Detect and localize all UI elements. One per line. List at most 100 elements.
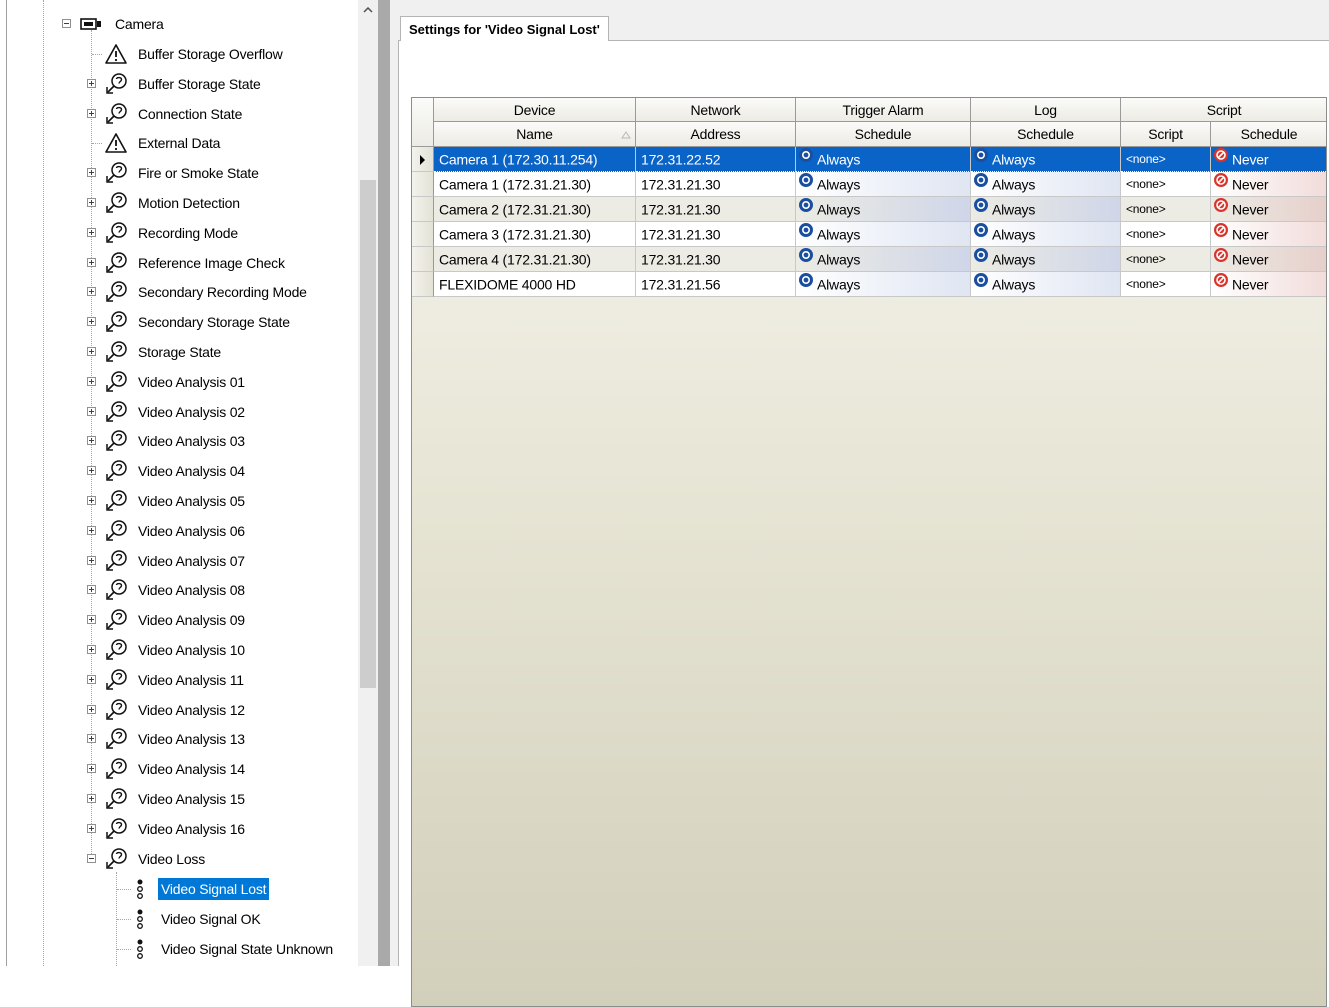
expand-icon[interactable] (87, 585, 96, 595)
tree-node-video-analysis-06[interactable]: Video Analysis 06 (0, 519, 358, 543)
cell-name[interactable]: Camera 2 (172.31.21.30) (434, 197, 636, 222)
row-header[interactable] (412, 172, 434, 197)
expand-icon[interactable] (87, 317, 96, 327)
cell-script[interactable]: <none> (1121, 172, 1211, 197)
cell-address[interactable]: 172.31.21.30 (636, 247, 796, 272)
cell-alarm[interactable]: Always (796, 197, 971, 222)
expand-icon[interactable] (87, 734, 96, 744)
expand-icon[interactable] (87, 198, 96, 207)
cell-address[interactable]: 172.31.21.30 (636, 172, 796, 197)
expand-icon[interactable] (87, 227, 96, 237)
tree-node-video-analysis-11[interactable]: Video Analysis 11 (0, 668, 358, 692)
tree-node-video-analysis-15[interactable]: Video Analysis 15 (0, 787, 358, 811)
cell-script-schedule[interactable]: Never (1211, 247, 1326, 272)
row-header[interactable] (412, 147, 434, 172)
expand-icon[interactable] (87, 794, 96, 803)
cell-address[interactable]: 172.31.21.30 (636, 197, 796, 222)
cell-log[interactable]: Always (971, 147, 1121, 172)
tree-node-storage-state[interactable]: Storage State (0, 340, 358, 364)
tree-node-fire-or-smoke-state[interactable]: Fire or Smoke State (0, 161, 358, 185)
cell-alarm[interactable]: Always (796, 222, 971, 247)
cell-name[interactable]: Camera 4 (172.31.21.30) (434, 247, 636, 272)
column-header-name[interactable]: Name (434, 122, 636, 147)
tree-node-secondary-storage-state[interactable]: Secondary Storage State (0, 310, 358, 334)
cell-address[interactable]: 172.31.21.30 (636, 222, 796, 247)
tree-node-video-analysis-12[interactable]: Video Analysis 12 (0, 698, 358, 722)
table-row[interactable]: Camera 2 (172.31.21.30) 172.31.21.30 Alway… (412, 197, 1326, 222)
tree-node-external-data[interactable]: External Data (0, 131, 358, 155)
expand-icon[interactable] (87, 525, 96, 535)
cell-name[interactable]: FLEXIDOME 4000 HD (434, 272, 636, 297)
cell-alarm[interactable]: Always (796, 247, 971, 272)
tree-node-video-analysis-02[interactable]: Video Analysis 02 (0, 400, 358, 424)
cell-log[interactable]: Always (971, 247, 1121, 272)
cell-script-schedule[interactable]: Never (1211, 222, 1326, 247)
expand-icon[interactable] (87, 674, 96, 684)
cell-log[interactable]: Always (971, 272, 1121, 297)
cell-script-schedule[interactable]: Never (1211, 197, 1326, 222)
expand-icon[interactable] (87, 78, 96, 88)
tree-node-buffer-storage-state[interactable]: Buffer Storage State (0, 72, 358, 96)
tree-node-recording-mode[interactable]: Recording Mode (0, 221, 358, 245)
cell-alarm[interactable]: Always (796, 272, 971, 297)
tree-node-video-analysis-14[interactable]: Video Analysis 14 (0, 757, 358, 781)
expand-icon[interactable] (87, 257, 96, 267)
cell-script[interactable]: <none> (1121, 272, 1211, 297)
expand-icon[interactable] (87, 347, 96, 356)
cell-script[interactable]: <none> (1121, 247, 1211, 272)
cell-alarm[interactable]: Always (796, 147, 971, 172)
event-tree[interactable]: Camera Buffer Storage Overflow Buffer Stor… (0, 0, 378, 966)
expand-icon[interactable] (87, 436, 96, 446)
tree-node-video-analysis-13[interactable]: Video Analysis 13 (0, 727, 358, 751)
table-row[interactable]: Camera 1 (172.31.21.30) 172.31.21.30 Alway… (412, 172, 1326, 197)
expand-icon[interactable] (87, 376, 96, 386)
tree-node-video-analysis-08[interactable]: Video Analysis 08 (0, 578, 358, 602)
tree-node-video-analysis-01[interactable]: Video Analysis 01 (0, 370, 358, 394)
expand-icon[interactable] (87, 168, 96, 178)
cell-alarm[interactable]: Always (796, 172, 971, 197)
cell-script-schedule[interactable]: Never (1211, 147, 1326, 172)
tree-scroll-thumb[interactable] (360, 180, 376, 688)
tree-node-buffer-storage-overflow[interactable]: Buffer Storage Overflow (0, 42, 358, 66)
tree-node-reference-image-check[interactable]: Reference Image Check (0, 251, 358, 275)
expand-icon[interactable] (87, 496, 96, 505)
column-header-schedule[interactable]: Schedule (1211, 122, 1326, 147)
row-header[interactable] (412, 197, 434, 222)
cell-log[interactable]: Always (971, 197, 1121, 222)
column-header-address[interactable]: Address (636, 122, 796, 147)
settings-grid[interactable]: Device Network Trigger Alarm Log Script Name A… (411, 97, 1327, 1007)
collapse-icon[interactable] (62, 19, 71, 28)
tree-node-connection-state[interactable]: Connection State (0, 102, 358, 126)
column-header-schedule[interactable]: Schedule (971, 122, 1121, 147)
expand-icon[interactable] (87, 645, 96, 654)
table-row[interactable]: Camera 3 (172.31.21.30) 172.31.21.30 Alway… (412, 222, 1326, 247)
tree-node-video-analysis-04[interactable]: Video Analysis 04 (0, 459, 358, 483)
expand-icon[interactable] (87, 764, 96, 774)
tree-node-video-analysis-07[interactable]: Video Analysis 07 (0, 549, 358, 573)
tree-node-video-analysis-16[interactable]: Video Analysis 16 (0, 817, 358, 841)
cell-script-schedule[interactable]: Never (1211, 172, 1326, 197)
cell-name[interactable]: Camera 3 (172.31.21.30) (434, 222, 636, 247)
column-header-schedule[interactable]: Schedule (796, 122, 971, 147)
expand-icon[interactable] (87, 406, 96, 416)
tree-scrollbar[interactable] (358, 0, 378, 966)
pane-splitter[interactable] (378, 0, 390, 966)
tree-node-video-signal-ok[interactable]: Video Signal OK (0, 907, 358, 931)
expand-icon[interactable] (87, 287, 96, 297)
collapse-icon[interactable] (87, 853, 96, 863)
row-header[interactable] (412, 247, 434, 272)
row-header[interactable] (412, 222, 434, 247)
tree-node-video-analysis-05[interactable]: Video Analysis 05 (0, 489, 358, 513)
expand-icon[interactable] (87, 823, 96, 833)
table-row[interactable]: Camera 1 (172.30.11.254) 172.31.22.52 Alwa… (412, 147, 1326, 172)
cell-script[interactable]: <none> (1121, 147, 1211, 172)
tree-node-camera[interactable]: Camera (0, 12, 358, 36)
expand-icon[interactable] (87, 555, 96, 565)
table-row[interactable]: Camera 4 (172.31.21.30) 172.31.21.30 Alway… (412, 247, 1326, 272)
tab-settings[interactable]: Settings for 'Video Signal Lost' (400, 16, 609, 41)
cell-script[interactable]: <none> (1121, 197, 1211, 222)
row-header[interactable] (412, 272, 434, 297)
cell-name[interactable]: Camera 1 (172.31.21.30) (434, 172, 636, 197)
cell-address[interactable]: 172.31.22.52 (636, 147, 796, 172)
tree-node-video-signal-state-unknown[interactable]: Video Signal State Unknown (0, 937, 358, 961)
